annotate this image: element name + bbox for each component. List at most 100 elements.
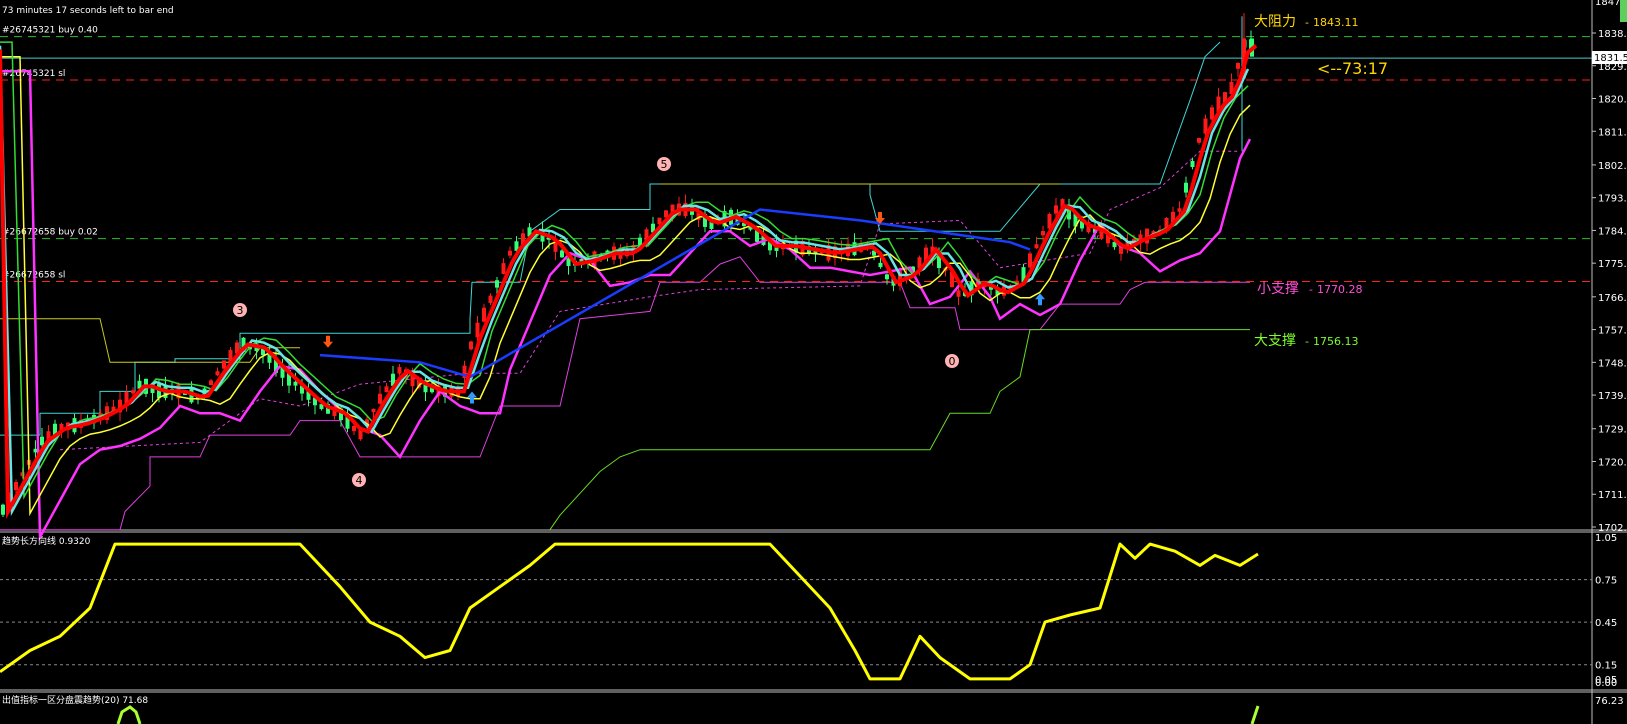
candle-body (293, 381, 298, 386)
candlesticks (1, 12, 1254, 517)
candle-body (560, 250, 564, 258)
buy-arrow-icon (467, 391, 477, 404)
wave-label-0: 0 (945, 354, 959, 368)
bar-timer-text: 73 minutes 17 seconds left to bar end (2, 6, 174, 16)
price-tick-label: 1838.50 (1598, 29, 1627, 40)
major-support-title: 大支撑 (1254, 333, 1296, 349)
candle-body (1028, 253, 1032, 268)
major-support-value: 1756.13 (1313, 335, 1359, 348)
ma-cyan (0, 45, 1250, 517)
price-tick-label: 1711.75 (1598, 490, 1627, 501)
price-tick-label: 1766.00 (1598, 293, 1627, 304)
minor-support-label: 小支撑 - 1770.28 (1257, 281, 1363, 297)
svg-text:0: 0 (949, 355, 956, 368)
candle-body (878, 262, 883, 268)
trend-indicator-title: 出值指标一区分盘震趋势(20) 71.68 (2, 694, 148, 706)
candle-body (1054, 205, 1058, 214)
sell-arrow-icon (323, 335, 333, 348)
minor-support-value: 1770.28 (1317, 283, 1363, 296)
candle-body (40, 436, 44, 446)
order-label: #26745321 buy 0.40 (2, 26, 98, 36)
candle-body (397, 367, 402, 374)
oscillator-panel: 趋势长方向线 0.9320 1.050.750.450.150.050.00 (0, 533, 1617, 689)
price-tick-label: 1811.50 (1598, 127, 1627, 138)
price-tick-label: 1748.00 (1598, 358, 1627, 369)
minor-support-title: 小支撑 (1257, 281, 1299, 297)
resistance-value: 1843.11 (1313, 16, 1359, 29)
candle-body (1236, 62, 1240, 69)
ma-yellow (0, 55, 1251, 517)
trend-indicator-tick: 76.23 (1595, 696, 1624, 707)
resistance-title: 大阻力 (1254, 14, 1296, 30)
candle-body (1034, 244, 1039, 249)
candle-body (508, 250, 512, 256)
candle-body (1, 504, 5, 515)
major-support-dash: - (1305, 335, 1309, 348)
minor-support-dash: - (1309, 283, 1313, 296)
candle-body (1041, 230, 1045, 236)
svg-text:3: 3 (237, 304, 244, 317)
resistance-label: 大阻力 - 1843.11 (1254, 14, 1359, 30)
candle-body (885, 274, 889, 280)
major-support-label: 大支撑 - 1756.13 (1254, 333, 1359, 349)
candle-body (1190, 160, 1195, 168)
price-tick-label: 1720.75 (1598, 457, 1627, 468)
osc-tick-label: 0.75 (1595, 576, 1617, 587)
osc-tick-label: 0.15 (1595, 661, 1617, 672)
candle-body (131, 390, 135, 394)
price-tick-top: 1847 (1595, 0, 1620, 8)
outer-lower-channel (549, 329, 1250, 530)
candle-body (1197, 137, 1201, 143)
candle-body (501, 263, 506, 274)
moving-averages (0, 41, 1258, 542)
candle-body (475, 322, 480, 338)
trend-indicator-line-right (1250, 705, 1260, 724)
resistance-dash: - (1305, 16, 1309, 29)
wave-label-3: 3 (233, 303, 247, 317)
wave-label-5: 5 (657, 157, 671, 171)
price-tick-label: 1793.25 (1598, 194, 1627, 205)
osc-tick-label: 0.00 (1595, 678, 1617, 689)
candle-body (469, 341, 473, 350)
candle-body (215, 371, 220, 376)
wave-label-4: 4 (352, 473, 366, 487)
candle-body (1184, 182, 1188, 193)
oscillator-line (0, 542, 1259, 681)
candle-body (14, 481, 18, 491)
candle-body (371, 408, 376, 413)
price-tick-label: 1729.75 (1598, 425, 1627, 436)
candle-body (1177, 208, 1182, 212)
current-price-tag: 1831.58 (1592, 51, 1627, 64)
oscillator-title: 趋势长方向线 0.9320 (2, 535, 91, 547)
scroll-indicator[interactable] (1620, 0, 1627, 22)
trend-indicator-line-left (116, 705, 142, 724)
osc-tick-label: 1.05 (1595, 533, 1617, 544)
trading-chart[interactable]: #26745321 buy 0.40#26745321 sl#26672658 … (0, 0, 1627, 724)
countdown-label: <--73:17 (1317, 59, 1388, 78)
channel-bands (0, 16, 1250, 531)
svg-text:1831.58: 1831.58 (1594, 53, 1627, 64)
trend-indicator-panel: 出值指标一区分盘震趋势(20) 71.68 76.23 (2, 694, 1624, 724)
price-tick-label: 1802.25 (1598, 161, 1627, 172)
candle-body (956, 290, 961, 297)
price-tick-label: 1739.00 (1598, 391, 1627, 402)
svg-text:4: 4 (356, 474, 363, 487)
price-axis[interactable]: 18471838.501829.501820.501811.501802.251… (1592, 0, 1627, 534)
price-tick-label: 1757.00 (1598, 326, 1627, 337)
candle-body (488, 295, 493, 303)
osc-tick-label: 0.45 (1595, 618, 1617, 629)
candle-body (495, 280, 499, 288)
candle-body (482, 307, 486, 322)
candle-body (352, 425, 356, 432)
price-tick-label: 1775.25 (1598, 259, 1627, 270)
ma-green (0, 41, 1249, 500)
candle-body (384, 386, 389, 393)
wave-labels: 3 4 5 0 (233, 157, 959, 487)
price-tick-label: 1784.25 (1598, 226, 1627, 237)
ma-red (0, 44, 1258, 520)
candle-body (1210, 107, 1214, 120)
price-tick-label: 1820.50 (1598, 95, 1627, 106)
candle-body (378, 393, 382, 404)
svg-text:5: 5 (661, 158, 668, 171)
candle-body (209, 380, 213, 386)
